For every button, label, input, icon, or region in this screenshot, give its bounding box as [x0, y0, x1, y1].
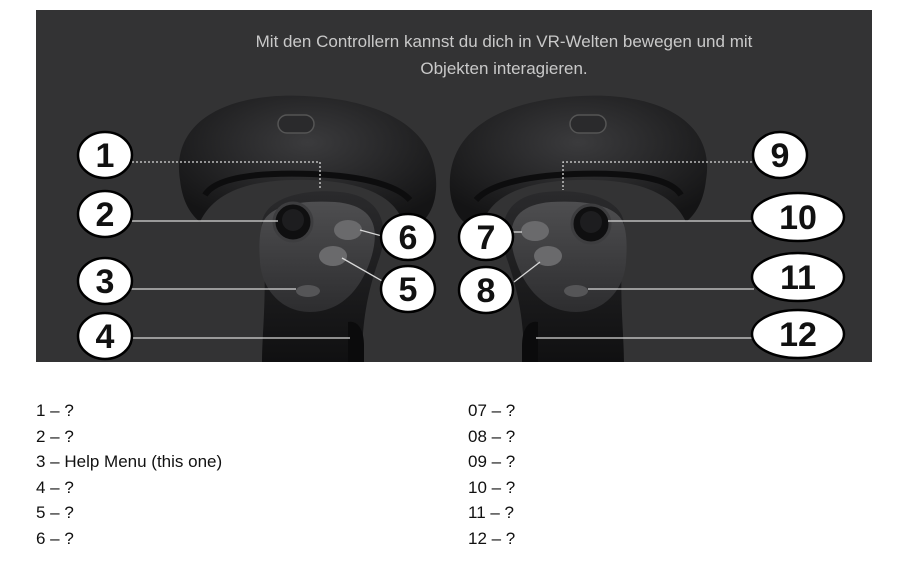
callout-5[interactable]: 5: [379, 264, 437, 314]
diagram-caption: Mit den Controllern kannst du dich in VR…: [154, 28, 854, 82]
callout-11[interactable]: 11: [750, 251, 846, 303]
callout-6[interactable]: 6: [379, 212, 437, 262]
legend-item-4: 4 – ?: [36, 477, 74, 497]
callout-3[interactable]: 3: [76, 256, 134, 306]
legend-list-right: 07 – ? 08 – ? 09 – ? 10 – ? 11 – ? 12 – …: [468, 398, 515, 551]
legend-item-12: 12 – ?: [468, 528, 516, 548]
callout-4[interactable]: 4: [76, 311, 134, 361]
legend-item-5: 5 – ?: [36, 503, 74, 522]
callout-2-label: 2: [96, 196, 115, 234]
callout-7[interactable]: 7: [457, 212, 515, 262]
callout-1[interactable]: 1: [76, 130, 134, 180]
callout-3-label: 3: [96, 263, 115, 301]
callout-7-label: 7: [477, 219, 496, 257]
legend-item-9: 09 – ?: [468, 452, 516, 471]
callout-9-label: 9: [771, 137, 790, 175]
legend-item-1: 1 – ?: [36, 401, 74, 420]
caption-line-1: Mit den Controllern kannst du dich in VR…: [255, 32, 753, 51]
legend-item-11: 11 – ?: [468, 503, 515, 522]
callout-6-label: 6: [399, 219, 418, 257]
callout-10-label: 10: [779, 199, 817, 237]
legend-item-10: 10 – ?: [468, 477, 516, 497]
callout-5-label: 5: [399, 271, 418, 309]
legend-list-left: 1 – ? 2 – ? 3 – Help Menu (this one) 4 –…: [36, 398, 222, 551]
callout-8[interactable]: 8: [457, 265, 515, 315]
callout-9[interactable]: 9: [751, 130, 809, 180]
callout-8-label: 8: [477, 272, 496, 310]
legend-item-6: 6 – ?: [36, 528, 74, 548]
legend-item-8: 08 – ?: [468, 426, 516, 446]
caption-line-2: Objekten interagieren.: [420, 59, 588, 78]
legend-item-3: 3 – Help Menu (this one): [36, 452, 223, 471]
callout-12[interactable]: 12: [750, 308, 846, 360]
callout-12-label: 12: [779, 316, 817, 354]
callout-2[interactable]: 2: [76, 189, 134, 239]
callout-1-label: 1: [96, 137, 115, 175]
legend-item-7: 07 – ?: [468, 401, 516, 420]
callout-4-label: 4: [96, 318, 115, 356]
callout-11-label: 11: [780, 259, 816, 297]
diagram-panel: Mit den Controllern kannst du dich in VR…: [36, 10, 872, 362]
callout-10[interactable]: 10: [750, 191, 846, 243]
legend-item-2: 2 – ?: [36, 426, 74, 446]
